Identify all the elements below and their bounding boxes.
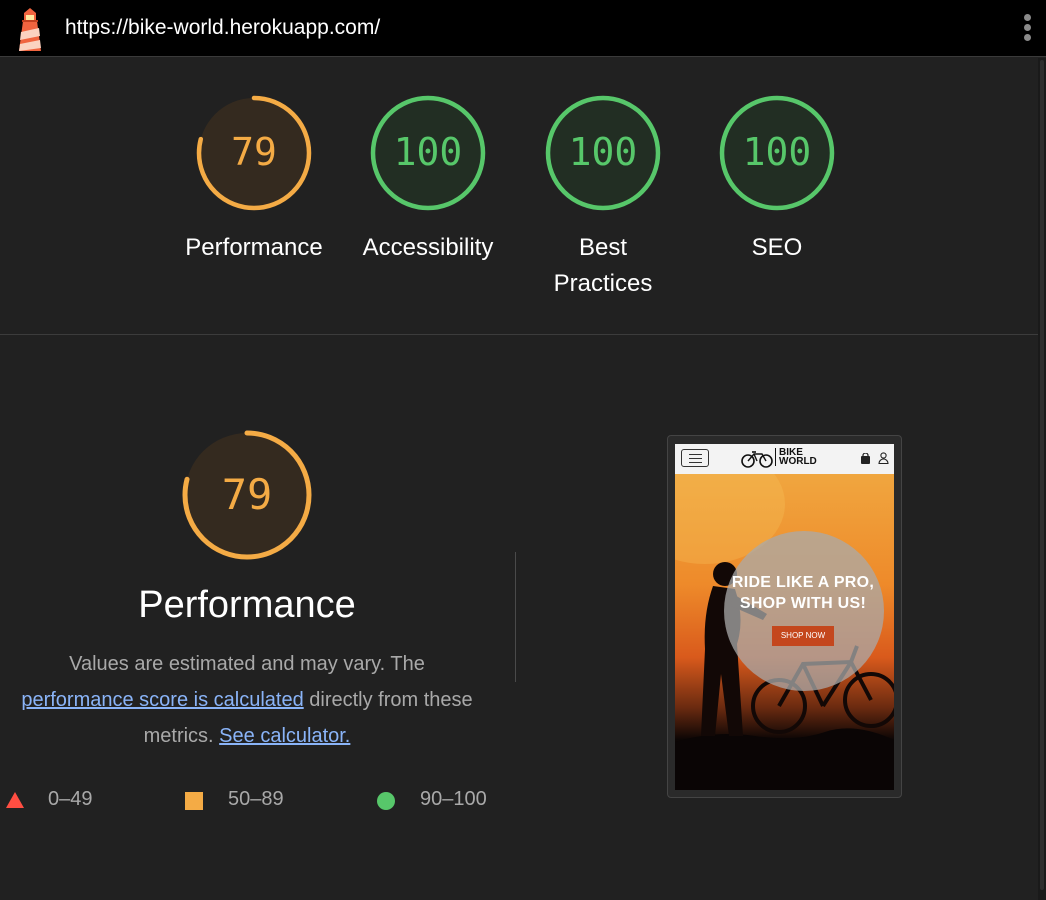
hero-line: RIDE LIKE A PRO, — [731, 574, 875, 591]
gauge-score: 79 — [231, 130, 277, 174]
gauge-seo[interactable]: 100 SEO — [697, 94, 857, 266]
gauge-label: Accessibility — [362, 234, 494, 261]
performance-score: 79 — [222, 470, 273, 519]
score-ring: 100 — [545, 95, 661, 211]
legend-range: 50–89 — [228, 788, 284, 810]
gauge-score: 100 — [569, 130, 638, 174]
gauge-accessibility[interactable]: 100 Accessibility — [348, 94, 508, 266]
score-calculation-link[interactable]: performance score is calculated — [21, 689, 303, 711]
performance-title: Performance — [138, 584, 356, 626]
gauge-score: 100 — [394, 130, 463, 174]
shop-now-button: SHOP NOW — [772, 626, 834, 646]
desc-text: Values are estimated and may vary. The — [69, 653, 425, 675]
score-ring: 79 — [196, 95, 312, 211]
hero-banner: RIDE LIKE A PRO, SHOP WITH US! SHOP NOW — [675, 474, 894, 790]
gauge-label-line: Best — [578, 234, 628, 261]
circle-icon — [377, 792, 395, 810]
kebab-menu-icon[interactable] — [1022, 14, 1032, 44]
gauge-performance[interactable]: 79 Performance — [174, 94, 334, 266]
shopping-bag-icon — [861, 453, 870, 464]
brand-name: BIKE WORLD — [775, 448, 817, 467]
vertical-divider — [515, 552, 516, 682]
square-icon — [185, 792, 203, 810]
hero-line: SHOP WITH US! — [739, 595, 867, 612]
gauge-best-practices[interactable]: 100 Best Practices — [523, 94, 683, 302]
scrollbar-thumb[interactable] — [1040, 60, 1044, 890]
lighthouse-icon — [19, 8, 41, 51]
gauge-score: 100 — [743, 130, 812, 174]
bicycle-logo-icon — [741, 451, 773, 468]
top-bar: https://bike-world.herokuapp.com/ — [0, 0, 1046, 57]
score-ring: 100 — [719, 95, 835, 211]
gauge-label: SEO — [751, 234, 803, 261]
legend-range: 0–49 — [48, 788, 93, 810]
final-screenshot: BIKE WORLD RIDE LIKE A PRO, SHOP WITH US… — [675, 444, 894, 790]
performance-description: Values are estimated and may vary. The p… — [12, 646, 482, 754]
user-icon — [878, 452, 889, 464]
gauge-label-line: Practices — [553, 270, 653, 297]
hamburger-menu-icon — [681, 449, 709, 467]
score-ring: 100 — [370, 95, 486, 211]
gauge-label: Performance — [185, 234, 323, 261]
triangle-icon — [6, 792, 24, 808]
page-url: https://bike-world.herokuapp.com/ — [65, 16, 381, 39]
gauge-label: Best Practices — [523, 230, 683, 302]
site-header: BIKE WORLD — [675, 444, 894, 474]
section-divider — [0, 334, 1038, 335]
performance-score-gauge: 79 — [182, 430, 312, 560]
brand-line: WORLD — [779, 456, 817, 467]
see-calculator-link[interactable]: See calculator. — [219, 725, 350, 747]
hero-headline: RIDE LIKE A PRO, SHOP WITH US! — [719, 572, 887, 614]
legend-range: 90–100 — [420, 788, 487, 810]
